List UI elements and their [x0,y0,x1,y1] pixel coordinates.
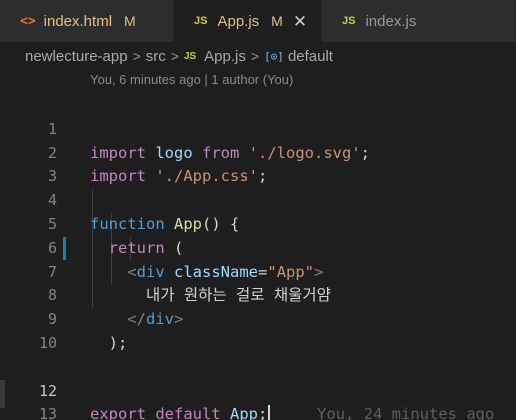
tab-index-js[interactable]: JS index.js [322,0,516,42]
token-keyword: default [155,405,221,420]
code-line: 13 [0,380,516,420]
text-cursor [268,405,271,420]
token-identifier: App [230,405,259,420]
line-number: 13 [38,405,57,420]
code-line: 9 ); [0,284,516,352]
code-line: 4 function App() { [0,165,516,233]
breadcrumb-item-symbol[interactable]: default [288,48,333,65]
chevron-right-icon: > [170,48,179,64]
code-line: 3 [0,142,516,185]
tab-label: index.js [365,12,417,30]
codelens-blame[interactable]: You, 6 minutes ago | 1 author (You) [90,72,293,87]
tab-index-html[interactable]: <> index.html M [0,0,174,42]
tab-label: App.js [217,12,260,30]
code-line: 5 return ( [0,189,516,257]
token-punctuation: ; [258,405,268,420]
code-line: 11 [0,332,516,376]
js-file-icon: JS [342,15,356,27]
inline-blame: You, 24 minutes ago [317,405,495,420]
code-line: 10 } [0,308,516,376]
tab-label: index.html [43,12,113,30]
editor-window: <> index.html M JS App.js M ✕ JS index.j… [0,0,516,420]
code-line: 8 </div> [0,261,516,328]
tab-app-js[interactable]: JS App.js M ✕ [174,0,322,42]
breadcrumb-item-project[interactable]: newlecture-app [25,48,128,65]
breadcrumb-item-src[interactable]: src [146,48,166,65]
modified-badge: M [271,13,283,29]
js-file-icon: JS [183,50,197,62]
html-file-icon: <> [20,13,36,29]
modified-badge: M [124,13,136,29]
code-editor[interactable]: 1 import logo from './logo.svg'; 2 impor… [0,94,516,420]
breadcrumb-item-file[interactable]: App.js [204,48,246,65]
symbol-icon: [⊙] [264,49,284,63]
code-line: 7 내가 원하는 걸로 채울거얌 [0,237,516,305]
code-line: 1 import logo from './logo.svg'; [0,94,516,162]
chevron-right-icon: > [250,48,260,64]
close-icon[interactable]: ✕ [293,13,307,30]
js-file-icon: JS [194,15,208,27]
chevron-right-icon: > [132,48,141,64]
code-line-active: 12 export default App; You, 24 minutes a… [0,355,516,420]
token-keyword: export [90,405,146,420]
code-line: 2 import './App.css'; [0,118,516,186]
code-line: 6 <div className="App"> [0,213,516,281]
tab-bar: <> index.html M JS App.js M ✕ JS index.j… [0,0,516,42]
breadcrumb: newlecture-app > src > JS App.js > [⊙] d… [0,42,516,70]
